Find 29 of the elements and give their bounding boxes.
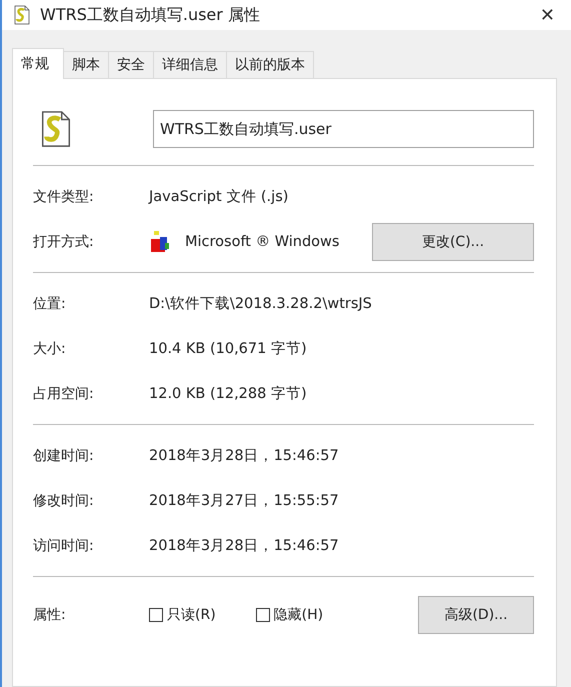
property-label: 位置: (33, 294, 67, 312)
window-title: WTRS工数自动填写.user 属性 (40, 4, 261, 26)
property-label: 访问时间: (33, 536, 95, 554)
tab[interactable]: 以前的版本 (226, 51, 314, 78)
property-value: 10.4 KB (10,671 字节) (149, 340, 307, 358)
property-value: 2018年3月28日，15:46:57 (149, 537, 339, 555)
property-label: 创建时间: (33, 446, 95, 464)
checkbox-label: 只读(R) (167, 606, 216, 624)
tab[interactable]: 常规 (12, 48, 64, 79)
checkbox[interactable] (256, 608, 270, 622)
property-label: 文件类型: (33, 188, 95, 206)
property-value: D:\软件下载\2018.3.28.2\wtrsJS (149, 295, 372, 313)
close-button[interactable]: ✕ (540, 4, 555, 26)
property-value: 12.0 KB (12,288 字节) (149, 384, 307, 403)
property-value: Microsoft ® Windows (185, 234, 340, 250)
property-label: 大小: (33, 340, 67, 358)
property-label: 打开方式: (33, 232, 95, 250)
file-name-field[interactable]: WTRS工数自动填写.user (153, 110, 534, 148)
checkbox-label: 隐藏(H) (274, 606, 324, 624)
property-value: JavaScript 文件 (.js) (149, 188, 288, 206)
property-label: 占用空间: (33, 384, 95, 402)
change-button[interactable]: 更改(C)... (372, 222, 534, 260)
script-file-icon (12, 5, 32, 25)
advanced-button[interactable]: 高级(D)... (418, 596, 534, 634)
attributes-label: 属性: (33, 606, 67, 624)
checkbox[interactable] (149, 608, 163, 622)
property-value: 2018年3月27日，15:55:57 (149, 492, 339, 510)
property-label: 修改时间: (33, 492, 95, 510)
property-value: 2018年3月28日，15:46:57 (149, 447, 339, 465)
